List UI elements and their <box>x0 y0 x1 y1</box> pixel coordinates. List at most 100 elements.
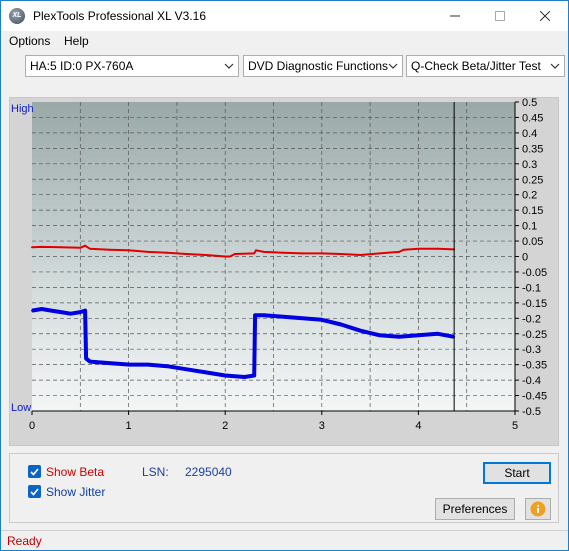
chevron-down-icon <box>550 63 560 69</box>
beta-point <box>84 244 87 247</box>
show-jitter-label[interactable]: Show Jitter <box>46 485 105 499</box>
x-tick-label: 1 <box>126 420 132 432</box>
jitter-point <box>398 335 401 338</box>
jitter-point <box>127 363 130 366</box>
jitter-point <box>243 376 246 378</box>
menu-help[interactable]: Help <box>64 34 89 48</box>
menu-options-label: Options <box>9 34 51 48</box>
controls-panel: Show Beta Show Jitter LSN: 2295040 Start… <box>9 453 559 523</box>
app-icon: XL <box>9 8 25 24</box>
beta-point <box>262 250 265 253</box>
show-beta-label[interactable]: Show Beta <box>46 465 104 479</box>
y-tick-label: -0.4 <box>522 375 541 387</box>
y-tick-label: -0.05 <box>522 267 547 279</box>
jitter-point <box>282 315 285 318</box>
jitter-point <box>69 312 72 315</box>
beta-point <box>255 249 258 252</box>
chevron-down-icon <box>224 63 234 69</box>
show-jitter-checkbox[interactable] <box>28 485 41 498</box>
jitter-point <box>60 311 62 314</box>
axis-low-label: Low <box>11 402 31 414</box>
y-tick-label: -0.45 <box>522 391 547 403</box>
y-tick-label: -0.25 <box>522 329 547 341</box>
y-tick-label: 0.2 <box>522 190 537 202</box>
start-button[interactable]: Start <box>483 462 551 484</box>
jitter-point <box>84 309 87 312</box>
jitter-point <box>85 357 88 360</box>
jitter-point <box>185 368 188 371</box>
beta-point <box>436 247 439 250</box>
beta-point <box>359 254 362 256</box>
maximize-icon <box>495 11 505 21</box>
beta-point <box>40 245 43 248</box>
jitter-point <box>224 374 227 377</box>
test-select-value: Q-Check Beta/Jitter Test <box>411 59 541 73</box>
info-icon <box>530 501 546 517</box>
window-title: PlexTools Professional XL V3.16 <box>33 9 206 23</box>
preferences-button[interactable]: Preferences <box>435 498 515 520</box>
maximize-button[interactable] <box>477 1 523 31</box>
beta-point <box>31 246 33 249</box>
title-bar[interactable]: XL PlexTools Professional XL V3.16 <box>1 1 568 31</box>
jitter-point <box>378 334 381 337</box>
jitter-point <box>79 311 82 314</box>
jitter-point <box>359 329 362 332</box>
jitter-point <box>40 308 43 310</box>
drive-select[interactable]: HA:5 ID:0 PX-760A <box>25 55 239 77</box>
minimize-button[interactable] <box>432 1 478 31</box>
jitter-point <box>262 314 265 317</box>
x-tick-label: 5 <box>512 420 518 432</box>
axis-high-label: High <box>11 103 34 115</box>
beta-point <box>89 247 91 250</box>
jitter-point <box>166 365 169 368</box>
beta-point <box>185 253 188 255</box>
show-beta-checkbox[interactable] <box>28 465 41 478</box>
function-group-select[interactable]: DVD Diagnostic Functions <box>243 55 403 77</box>
jitter-point <box>89 360 91 363</box>
test-select[interactable]: Q-Check Beta/Jitter Test <box>406 55 565 77</box>
drive-select-value: HA:5 ID:0 PX-760A <box>30 59 134 73</box>
menu-bar: Options Help <box>1 31 568 52</box>
beta-point <box>398 250 401 253</box>
y-tick-label: -0.35 <box>522 360 547 372</box>
toolbar: HA:5 ID:0 PX-760A DVD Diagnostic Functio… <box>1 52 568 80</box>
y-tick-label: 0.5 <box>522 98 537 109</box>
app-window: XL PlexTools Professional XL V3.16 Optio… <box>0 0 569 551</box>
y-tick-label: -0.1 <box>522 282 541 294</box>
chart-panel: High Low 0.5 0.45 0.4 0.35 0.3 0.25 0.2 0.15 0.1… <box>9 97 559 446</box>
check-icon <box>30 488 39 496</box>
beta-point <box>417 247 420 250</box>
beta-point <box>340 253 343 255</box>
jitter-point <box>301 317 304 320</box>
y-tick-label: 0.45 <box>522 112 543 124</box>
jitter-point <box>417 334 420 337</box>
y-tick-label: -0.2 <box>522 313 541 325</box>
beta-point <box>320 252 323 255</box>
beta-point <box>229 255 231 258</box>
y-tick-label: 0.25 <box>522 174 543 186</box>
jitter-point <box>108 362 111 365</box>
y-axis: 0.5 0.45 0.4 0.35 0.3 0.25 0.2 0.15 0.1 0.05 0 -0.0… <box>514 97 547 418</box>
close-button[interactable] <box>522 1 568 31</box>
x-tick-label: 0 <box>29 420 35 432</box>
beta-point <box>224 255 227 258</box>
beta-point <box>108 248 111 251</box>
jitter-point <box>340 323 343 326</box>
y-tick-label: -0.3 <box>522 344 541 356</box>
jitter-point <box>50 309 53 312</box>
info-button[interactable] <box>525 498 551 520</box>
y-tick-label: 0 <box>522 252 528 264</box>
close-icon <box>540 11 550 21</box>
menu-help-label: Help <box>64 34 89 48</box>
beta-point <box>253 252 256 255</box>
beta-point <box>233 253 236 255</box>
x-tick-label: 4 <box>415 420 421 432</box>
jitter-point <box>31 309 33 312</box>
beta-point <box>60 246 62 249</box>
y-tick-label: -0.15 <box>522 298 547 310</box>
status-bar: Ready <box>1 530 568 550</box>
menu-options[interactable]: Options <box>9 34 50 48</box>
chevron-down-icon <box>388 63 398 69</box>
x-axis: 0 1 2 3 4 5 <box>29 410 518 432</box>
beta-jitter-chart: High Low 0.50.450.40.350.30.250.20.150.1… <box>11 97 547 432</box>
